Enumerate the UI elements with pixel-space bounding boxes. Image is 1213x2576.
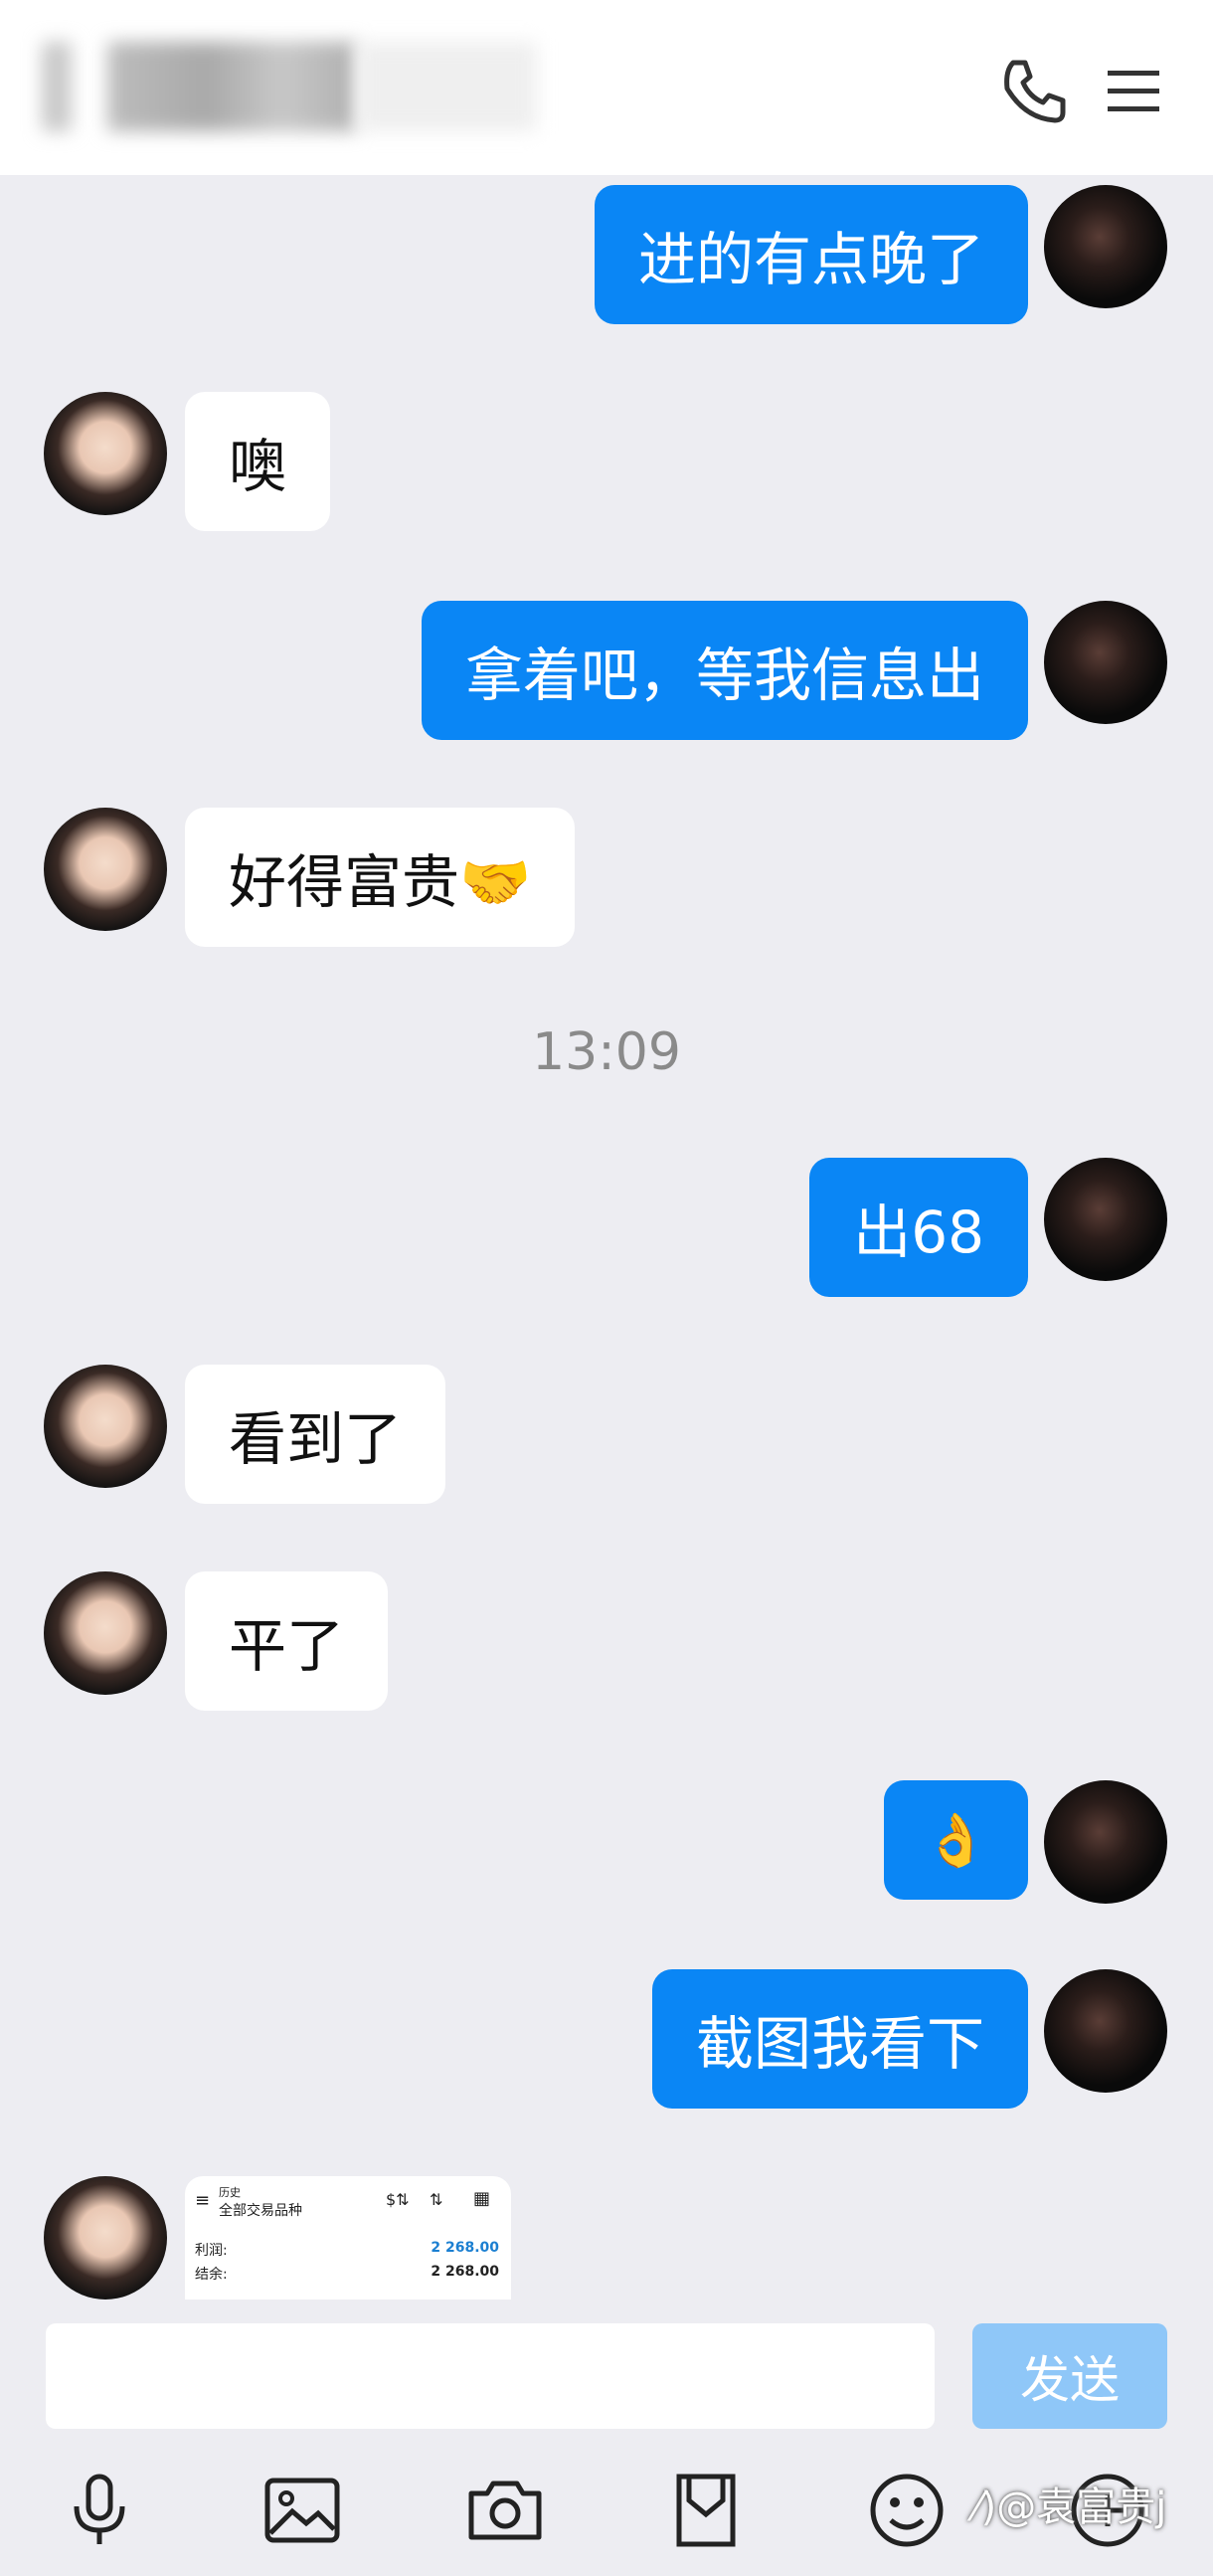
outgoing-message-bubble[interactable]: 截图我看下 [651,1969,1028,2109]
contact-avatar[interactable] [44,2176,167,2300]
send-button[interactable]: 发送 [972,2323,1167,2429]
incoming-message-bubble[interactable]: 噢 [185,392,331,531]
file-icon[interactable] [660,2465,752,2556]
menu-icon[interactable] [1094,52,1173,131]
sort-icon: ⇅ [430,2190,443,2209]
calendar-icon: ▦ [473,2188,491,2209]
camera-icon[interactable] [459,2465,551,2556]
outgoing-message-bubble[interactable]: 👌 [884,1780,1028,1900]
my-avatar[interactable] [1044,1158,1167,1281]
incoming-message-bubble[interactable]: 平了 [185,1571,389,1711]
microphone-icon[interactable] [54,2465,145,2556]
message-list[interactable]: 进的有点晚了 噢 拿着吧，等我信息出 好得富贵🤝 13:09 出68 看到了 平… [0,175,1213,2300]
contact-avatar[interactable] [44,1365,167,1488]
image-icon[interactable] [257,2465,348,2556]
message-input[interactable] [46,2323,935,2429]
screenshot-row-value: 2 268.00 [431,2240,499,2256]
incoming-message-bubble[interactable]: 好得富贵🤝 [185,808,576,947]
watermark: ⁄)@袁富贵j [974,2484,1167,2530]
blurred-contact-name [358,42,537,131]
screenshot-row-label: 结余: [195,2267,228,2283]
screenshot-row-value: 2 268.00 [431,2264,499,2280]
emoji-icon[interactable] [861,2465,953,2556]
blurred-contact-name [42,42,72,131]
outgoing-message-bubble[interactable]: 进的有点晚了 [594,185,1028,324]
screenshot-image-message[interactable]: ≡ 历史 全部交易品种 $⇅ ⇅ ▦ 利润: 2 268.00 结余: 2 26… [185,2176,511,2300]
my-avatar[interactable] [1044,185,1167,308]
message-timestamp: 13:09 [532,1022,681,1082]
list-icon: ≡ [195,2190,211,2211]
currency-sort-icon: $⇅ [386,2190,410,2209]
incoming-message-bubble[interactable]: 看到了 [185,1365,446,1504]
my-avatar[interactable] [1044,1780,1167,1904]
outgoing-message-bubble[interactable]: 拿着吧，等我信息出 [421,601,1028,740]
contact-avatar[interactable] [44,808,167,931]
blurred-contact-name: ████████ [107,42,356,131]
screenshot-header-title: 全部交易品种 [219,2203,302,2219]
phone-call-icon[interactable] [994,52,1074,131]
contact-avatar[interactable] [44,392,167,515]
composer-bar: 发送 [0,2300,1213,2576]
screenshot-row-label: 利润: [195,2243,228,2259]
screenshot-header-small: 历史 [219,2186,241,2199]
my-avatar[interactable] [1044,1969,1167,2093]
outgoing-message-bubble[interactable]: 出68 [809,1158,1028,1297]
chat-header: ████████ [0,0,1213,175]
my-avatar[interactable] [1044,601,1167,724]
contact-avatar[interactable] [44,1571,167,1695]
